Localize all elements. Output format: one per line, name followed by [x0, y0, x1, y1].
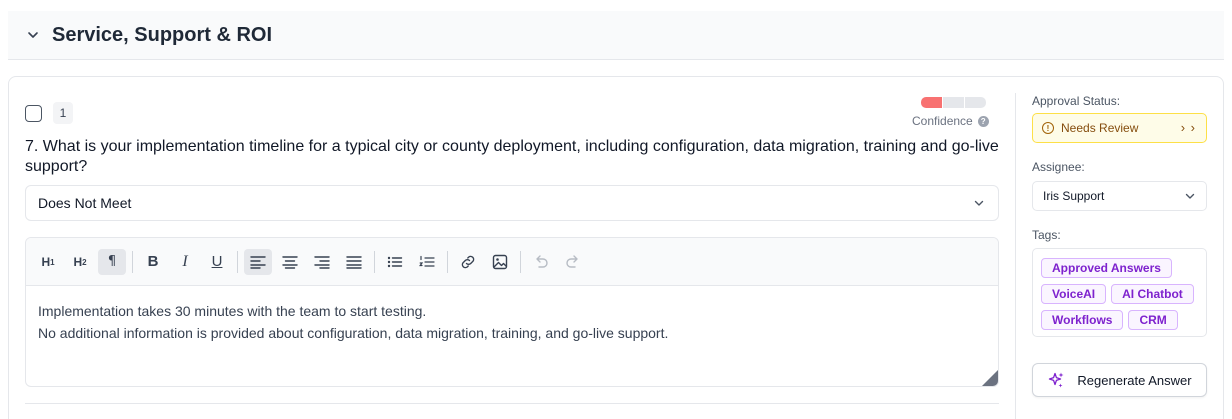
tag[interactable]: Approved Answers	[1041, 258, 1172, 278]
assignee-select[interactable]: Iris Support	[1032, 181, 1207, 211]
ordered-list-button[interactable]	[413, 249, 441, 275]
section-header[interactable]: Service, Support & ROI	[8, 11, 1224, 60]
editor-content[interactable]: Implementation takes 30 minutes with the…	[26, 286, 998, 358]
help-icon[interactable]: ?	[977, 115, 989, 127]
approval-status-text: Needs Review	[1061, 121, 1139, 135]
image-icon	[492, 254, 508, 269]
heading-1-button[interactable]: H1	[34, 249, 62, 275]
confidence-segment-3	[965, 97, 986, 108]
tags-list: Approved Answers VoiceAI AI Chatbot Work…	[1041, 258, 1201, 330]
confidence-segment-1	[921, 97, 942, 108]
editor-line: Implementation takes 30 minutes with the…	[38, 303, 427, 319]
align-left-icon	[250, 255, 266, 269]
toolbar-divider	[447, 250, 448, 273]
toolbar-divider	[237, 250, 238, 273]
align-left-button[interactable]	[244, 248, 272, 275]
divider	[25, 403, 999, 404]
bullet-list-icon	[387, 256, 403, 267]
tag[interactable]: VoiceAI	[1041, 284, 1107, 304]
undo-icon	[536, 254, 548, 268]
tag[interactable]: Workflows	[1041, 310, 1124, 330]
assignee-label: Assignee:	[1032, 160, 1085, 174]
underline-button[interactable]: U	[203, 249, 231, 275]
toolbar-divider	[374, 250, 375, 273]
editor-line: No additional information is provided ab…	[38, 325, 669, 341]
approval-status-label: Approval Status:	[1032, 94, 1121, 108]
question-checkbox[interactable]	[25, 105, 42, 122]
tag[interactable]: AI Chatbot	[1111, 284, 1194, 304]
align-right-button[interactable]	[308, 249, 336, 275]
info-icon: !	[1042, 122, 1054, 134]
editor-toolbar: H1 H2 ¶ B I U	[26, 238, 998, 286]
confidence-segment-2	[943, 97, 964, 108]
section-title: Service, Support & ROI	[52, 23, 273, 46]
align-center-button[interactable]	[276, 249, 304, 275]
undo-button[interactable]	[527, 249, 555, 275]
answer-editor[interactable]: H1 H2 ¶ B I U Implementation takes 30 mi…	[25, 237, 999, 387]
compliance-select[interactable]: Does Not Meet	[25, 185, 999, 221]
confidence-label-row: Confidence ?	[912, 114, 989, 128]
tag[interactable]: CRM	[1128, 310, 1178, 330]
question-number-badge: 1	[53, 102, 73, 124]
align-justify-button[interactable]	[340, 249, 368, 275]
bullet-list-button[interactable]	[381, 249, 409, 275]
bold-button[interactable]: B	[139, 249, 167, 275]
sparkles-icon	[1049, 372, 1064, 388]
sidebar-divider	[1015, 93, 1016, 419]
resize-handle[interactable]	[982, 370, 998, 386]
align-center-icon	[282, 255, 298, 269]
redo-button[interactable]	[559, 249, 587, 275]
question-card: 1 Confidence ? 7. What is your implement…	[8, 76, 1224, 419]
confidence-meter	[921, 97, 986, 108]
link-icon	[461, 255, 475, 268]
question-text: 7. What is your implementation timeline …	[25, 138, 999, 175]
confidence-label: Confidence	[912, 114, 973, 128]
chevron-down-icon	[1185, 193, 1195, 199]
image-button[interactable]	[486, 249, 514, 275]
approval-status-badge[interactable]: ! Needs Review › ›	[1032, 113, 1207, 143]
toolbar-divider	[132, 250, 133, 273]
chevron-down-icon[interactable]	[26, 28, 40, 42]
double-chevron-right-icon[interactable]: › ›	[1181, 120, 1196, 135]
compliance-select-value: Does Not Meet	[38, 195, 132, 211]
regenerate-answer-label: Regenerate Answer	[1077, 372, 1192, 388]
ordered-list-icon	[419, 255, 435, 267]
align-justify-icon	[346, 255, 362, 269]
paragraph-button[interactable]: ¶	[98, 248, 126, 275]
toolbar-divider	[520, 250, 521, 273]
tags-label: Tags:	[1032, 228, 1061, 242]
link-button[interactable]	[454, 249, 482, 275]
redo-icon	[566, 254, 578, 268]
tags-box[interactable]: Approved Answers VoiceAI AI Chatbot Work…	[1032, 248, 1207, 337]
assignee-value: Iris Support	[1043, 189, 1105, 203]
heading-2-button[interactable]: H2	[66, 249, 94, 275]
italic-button[interactable]: I	[171, 249, 199, 275]
align-right-icon	[314, 255, 330, 269]
chevron-down-icon	[974, 200, 984, 206]
regenerate-answer-button[interactable]: Regenerate Answer	[1032, 363, 1207, 397]
